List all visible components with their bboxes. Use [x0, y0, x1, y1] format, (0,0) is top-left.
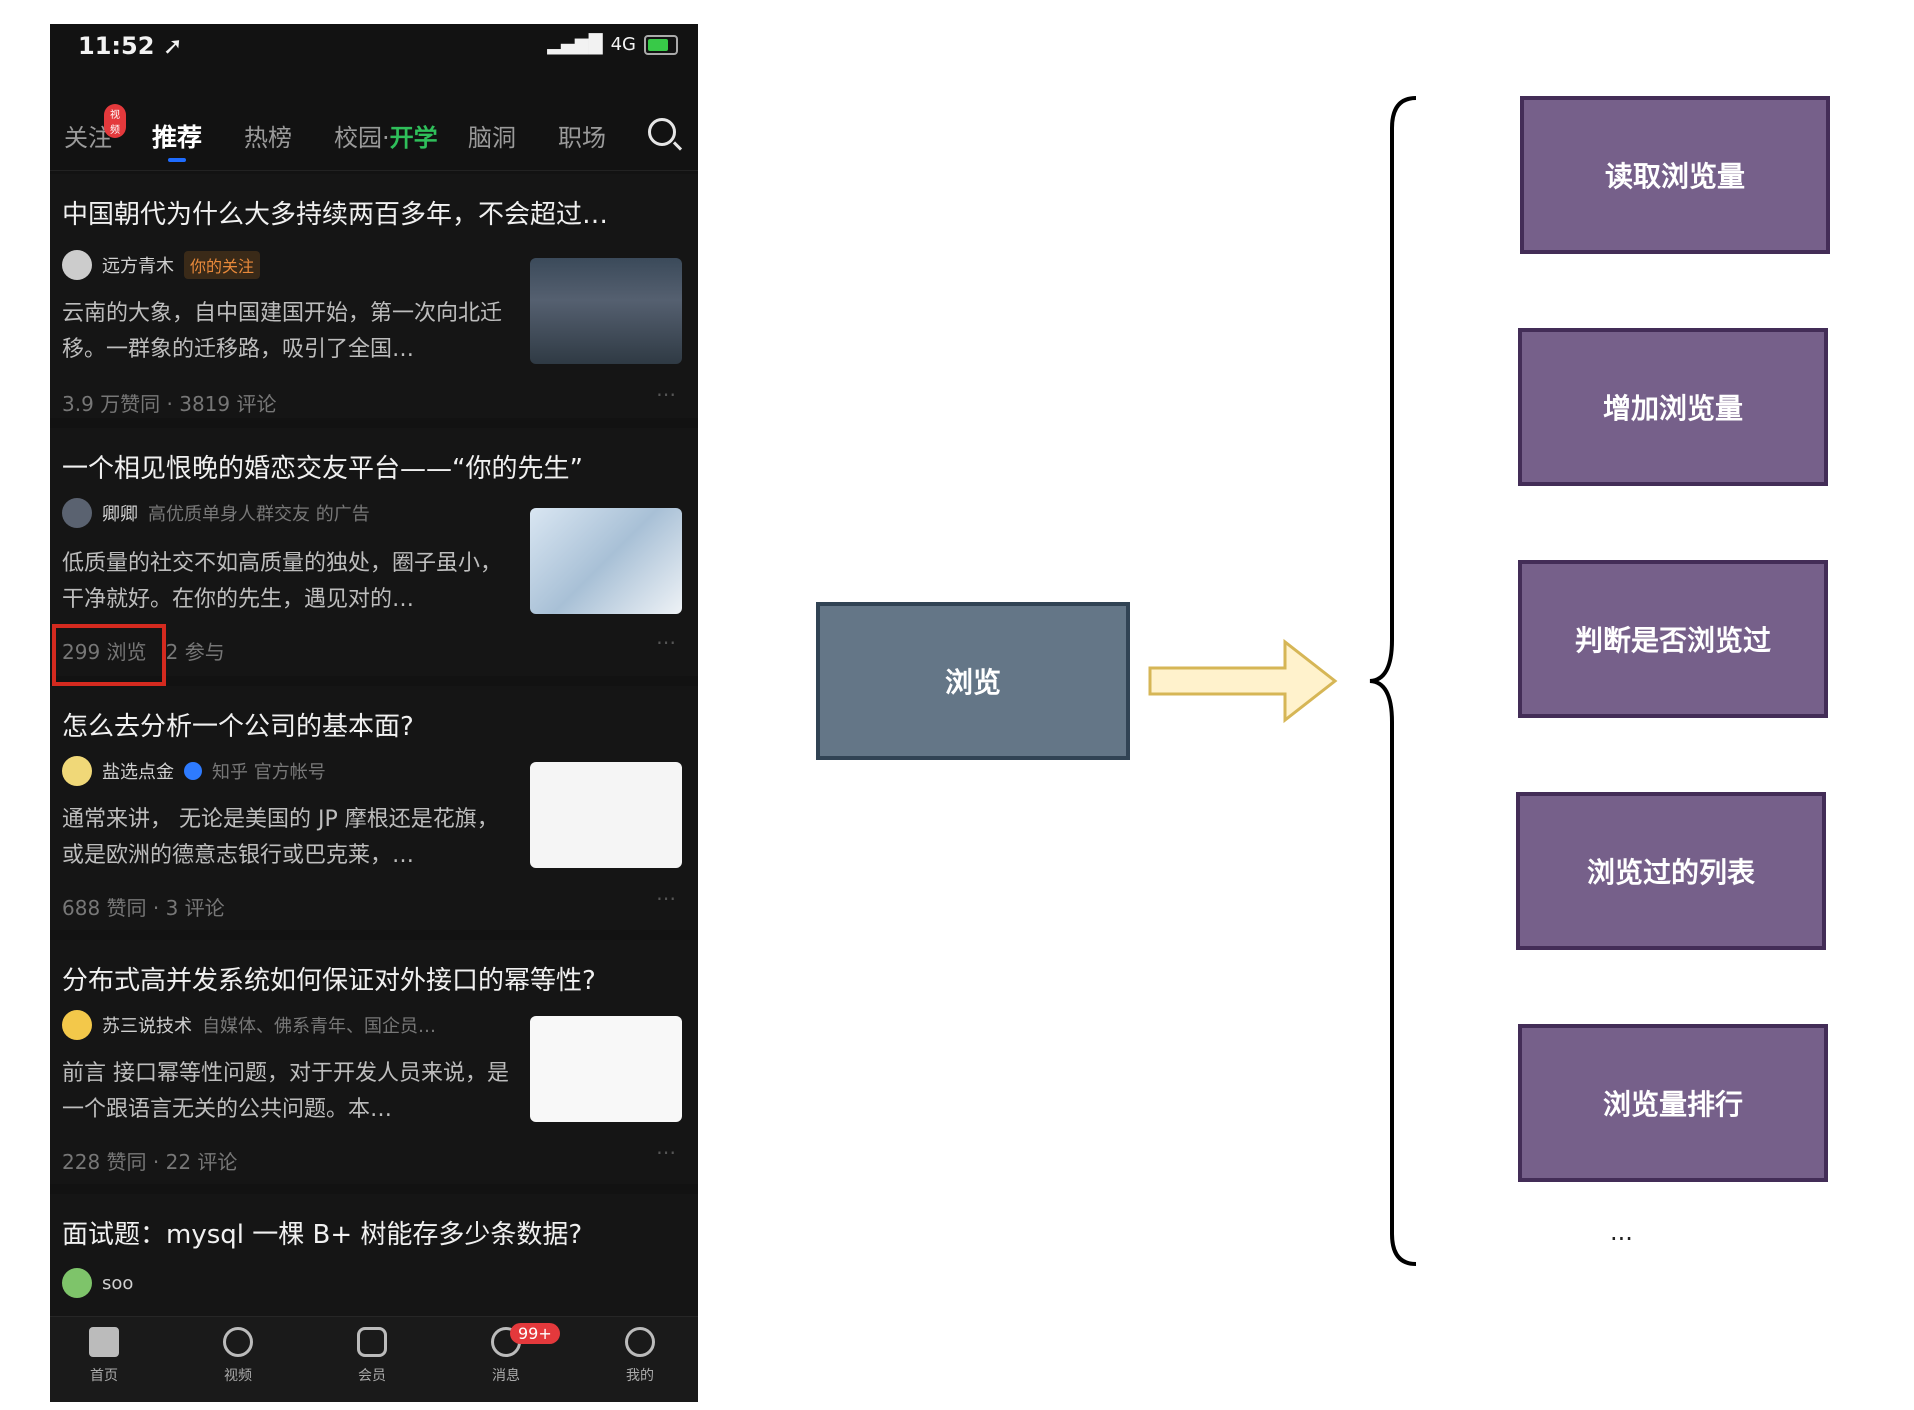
feed-card[interactable]: 一个相见恨晚的婚恋交友平台——“你的先生” 卿卿 高优质单身人群交友 的广告 低… [50, 428, 698, 686]
card-title: 中国朝代为什么大多持续两百多年，不会超过… [62, 200, 609, 230]
feed-card[interactable]: 面试题：mysql 一棵 B+ 树能存多少条数据? soo [50, 1194, 698, 1316]
card-title: 分布式高并发系统如何保证对外接口的幂等性? [62, 966, 596, 996]
play-icon [223, 1327, 253, 1357]
network-label: 4G [610, 34, 636, 55]
tab-campus[interactable]: 校园·开学 [334, 118, 438, 153]
author-name: 远方青木 [102, 256, 174, 277]
card-author: soo [62, 1268, 133, 1298]
card-thumbnail [530, 508, 682, 614]
tab-workplace[interactable]: 职场 [558, 118, 606, 153]
author-tag: 知乎 官方帐号 [212, 762, 326, 783]
child-node-label: 增加浏览量 [1602, 392, 1743, 425]
more-items-ellipsis: ... [1610, 1218, 1633, 1246]
participants: 2 参与 [165, 640, 225, 664]
tab-campus-label: 校园· [334, 124, 390, 152]
signal-icon: ▂▄▆█ [547, 34, 603, 55]
author-tag: 自媒体、佛系青年、国企员… [202, 1016, 436, 1037]
author-name: 盐选点金 [102, 762, 174, 783]
author-name: 卿卿 [102, 504, 138, 525]
nav-label: 首页 [90, 1368, 118, 1384]
message-badge: 99+ [510, 1323, 560, 1344]
avatar [62, 498, 92, 528]
card-excerpt: 云南的大象，自中国建国开始，第一次向北迁移。一群象的迁移路，吸引了全国… [62, 301, 503, 362]
status-time: 11:52 ➚ [78, 32, 183, 60]
card-meta: 688 赞同 · 3 评论 [62, 896, 225, 920]
card-excerpt: 前言 接口幂等性问题，对于开发人员来说，是一个跟语言无关的公共问题。本… [62, 1061, 509, 1122]
home-icon [89, 1327, 119, 1357]
follow-tag: 你的关注 [184, 251, 261, 279]
status-indicators: ▂▄▆█ 4G [547, 34, 678, 55]
card-meta: 228 赞同 · 22 评论 [62, 1150, 238, 1174]
arrow-shape [1148, 638, 1338, 724]
card-thumbnail [530, 258, 682, 364]
card-title: 面试题：mysql 一棵 B+ 树能存多少条数据? [62, 1220, 583, 1250]
feed-card[interactable]: 分布式高并发系统如何保证对外接口的幂等性? 苏三说技术 自媒体、佛系青年、国企员… [50, 940, 698, 1184]
card-author: 苏三说技术 自媒体、佛系青年、国企员… [62, 1010, 436, 1040]
nav-vip[interactable]: 会员 [332, 1327, 412, 1385]
author-name: soo [102, 1272, 134, 1294]
card-thumbnail [530, 1016, 682, 1122]
tab-follow[interactable]: 关注 视频 [64, 104, 126, 153]
status-bar: 11:52 ➚ ▂▄▆█ 4G [50, 24, 698, 76]
ad-tag: 高优质单身人群交友 的广告 [148, 504, 370, 525]
battery-icon [644, 34, 678, 55]
avatar [62, 756, 92, 786]
view-count-highlight [52, 624, 166, 686]
nav-video[interactable]: 视频 [198, 1327, 278, 1385]
nav-label: 会员 [358, 1368, 386, 1384]
curly-brace [1369, 96, 1417, 1266]
card-meta: 3.9 万赞同 · 3819 评论 [62, 392, 277, 416]
video-badge: 视频 [104, 104, 126, 138]
nav-label: 视频 [224, 1368, 252, 1384]
more-icon[interactable]: ⋯ [656, 382, 678, 406]
child-node-label: 判断是否浏览过 [1574, 624, 1771, 657]
feed-card[interactable]: 中国朝代为什么大多持续两百多年，不会超过… 远方青木 你的关注 云南的大象，自中… [50, 174, 698, 418]
search-icon[interactable] [648, 118, 676, 146]
nav-label: 我的 [626, 1368, 654, 1384]
tab-hot[interactable]: 热榜 [244, 118, 292, 153]
card-author: 远方青木 你的关注 [62, 250, 261, 280]
child-node-label: 读取浏览量 [1604, 160, 1745, 193]
child-node-label: 浏览量排行 [1602, 1088, 1743, 1121]
more-icon[interactable]: ⋯ [656, 1140, 678, 1164]
source-node-label: 浏览 [944, 666, 1001, 699]
author-name: 苏三说技术 [102, 1016, 192, 1037]
feed-card[interactable]: 怎么去分析一个公司的基本面? 盐选点金 知乎 官方帐号 通常来讲， 无论是美国的… [50, 686, 698, 930]
child-node-label: 浏览过的列表 [1586, 856, 1755, 889]
tab-brainstorm[interactable]: 脑洞 [468, 118, 516, 153]
card-title: 一个相见恨晚的婚恋交友平台——“你的先生” [62, 454, 583, 484]
vip-icon [357, 1327, 387, 1357]
more-icon[interactable]: ⋯ [656, 886, 678, 910]
card-excerpt: 通常来讲， 无论是美国的 JP 摩根还是花旗，或是欧洲的德意志银行或巴克莱，… [62, 807, 499, 868]
more-icon[interactable]: ⋯ [656, 630, 678, 654]
card-excerpt: 低质量的社交不如高质量的独处，圈子虽小，干净就好。在你的先生，遇见对的… [62, 551, 503, 612]
avatar [62, 250, 92, 280]
phone-screenshot: 11:52 ➚ ▂▄▆█ 4G 关注 视频 推荐 热榜 校园·开学 脑洞 职场 … [50, 24, 698, 1402]
nav-label: 消息 [492, 1368, 520, 1384]
nav-messages[interactable]: 消息 99+ [466, 1323, 560, 1385]
avatar [62, 1010, 92, 1040]
nav-home[interactable]: 首页 [64, 1327, 144, 1385]
card-title: 怎么去分析一个公司的基本面? [62, 712, 414, 742]
tab-campus-highlight: 开学 [389, 124, 438, 152]
card-thumbnail [530, 762, 682, 868]
verified-icon [184, 762, 202, 780]
card-author: 卿卿 高优质单身人群交友 的广告 [62, 498, 370, 528]
card-author: 盐选点金 知乎 官方帐号 [62, 756, 326, 786]
top-tabs: 关注 视频 推荐 热榜 校园·开学 脑洞 职场 [50, 94, 698, 171]
nav-profile[interactable]: 我的 [600, 1327, 680, 1385]
profile-icon [625, 1327, 655, 1357]
avatar [62, 1268, 92, 1298]
bottom-nav: 首页 视频 会员 消息 99+ 我的 [50, 1316, 698, 1402]
tab-recommend[interactable]: 推荐 [152, 118, 202, 162]
